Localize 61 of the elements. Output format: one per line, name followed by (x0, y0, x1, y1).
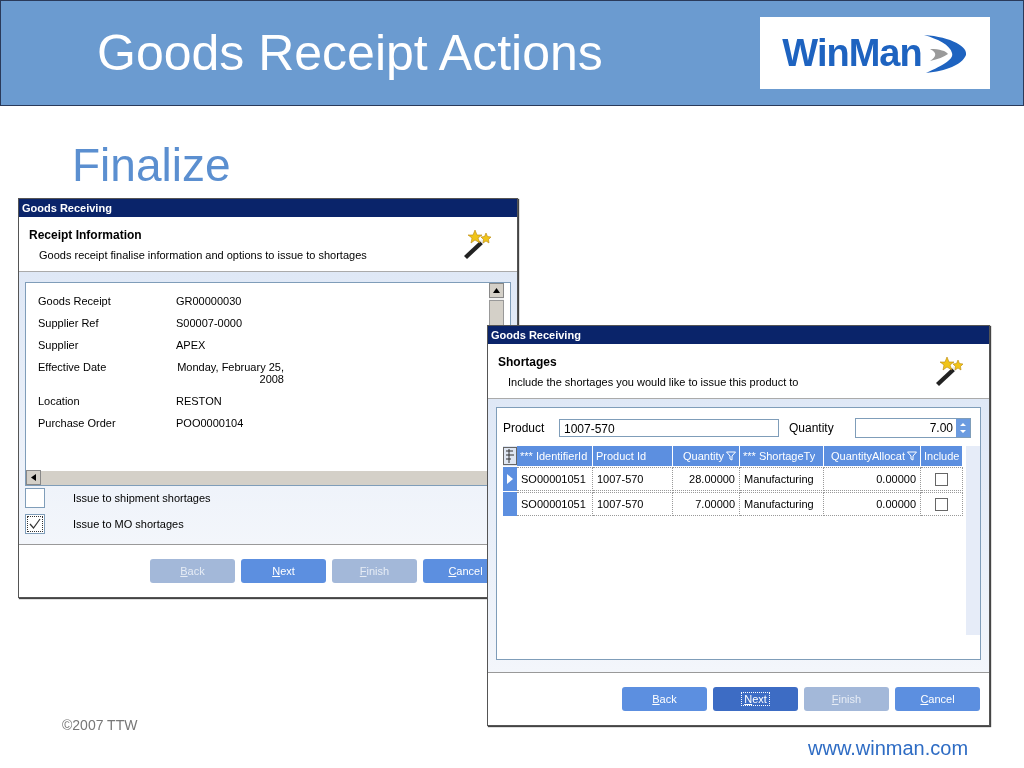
slide-title: Goods Receipt Actions (97, 24, 603, 82)
column-chooser-icon[interactable] (503, 446, 517, 466)
check-icon (28, 517, 42, 531)
section-title: Receipt Information (29, 227, 143, 242)
window-title: Goods Receiving (488, 326, 989, 344)
include-checkbox[interactable] (935, 472, 948, 486)
table-cell: Manufacturing (740, 467, 824, 491)
quantity-spinner[interactable]: 7.00 (855, 418, 971, 438)
include-checkbox[interactable] (935, 497, 948, 511)
scroll-left-icon[interactable] (31, 474, 36, 481)
field-value: GR00000030 (176, 295, 243, 307)
column-header[interactable]: Include (921, 446, 963, 466)
column-header[interactable]: Product Id (593, 446, 673, 466)
field-value: S00007-0000 (176, 317, 244, 329)
section-title: Shortages (498, 354, 558, 369)
copyright-text: ©2007 TTW (62, 717, 138, 733)
filter-icon[interactable] (907, 451, 917, 461)
wizard-button[interactable]: Next (241, 559, 326, 583)
table-cell: 28.00000 (673, 467, 740, 491)
checkbox[interactable] (25, 488, 45, 508)
window-title: Goods Receiving (19, 199, 517, 217)
field-label: Effective Date (38, 361, 108, 375)
field-label: Supplier (38, 339, 80, 351)
table-cell: 0.00000 (824, 492, 921, 516)
column-header[interactable]: *** ShortageTy (740, 446, 824, 466)
column-header[interactable]: QuantityAllocat (824, 446, 921, 466)
filter-icon[interactable] (726, 451, 736, 461)
field-label: Goods Receipt (38, 295, 112, 307)
checkbox[interactable] (25, 514, 45, 534)
current-row-marker[interactable] (503, 467, 517, 491)
field-value: APEX (176, 339, 207, 351)
field-value: RESTON (176, 395, 223, 407)
table-cell: 0.00000 (824, 467, 921, 491)
field-label: Location (38, 395, 81, 407)
field-value: Monday, February 25, 2008 (176, 361, 284, 385)
wizard-button[interactable]: Next (713, 687, 798, 711)
checkbox-label: Issue to MO shortages (73, 518, 184, 530)
website-link[interactable]: www.winman.com (808, 737, 969, 760)
field-label: Product (503, 421, 546, 435)
field-label: Supplier Ref (38, 317, 100, 329)
table-cell: 7.00000 (673, 492, 740, 516)
section-description: Include the shortages you would like to issue this product to (507, 375, 799, 388)
column-header[interactable]: Quantity (673, 446, 740, 466)
field-label: Quantity (789, 421, 835, 435)
table-cell: Manufacturing (740, 492, 824, 516)
column-header[interactable]: *** IdentifierId (517, 446, 593, 466)
checkbox-label: Issue to shipment shortages (73, 492, 211, 504)
scroll-up-icon[interactable] (493, 288, 500, 293)
section-description: Goods receipt finalise information and options to issue to shortages (38, 248, 367, 261)
product-field[interactable]: 1007-570 (559, 419, 779, 437)
field-label: Purchase Order (38, 417, 117, 429)
table-cell: 1007-570 (593, 467, 673, 491)
logo-text: WinMan (782, 31, 922, 75)
table-cell: SO00001051 (517, 492, 593, 516)
field-value: POO0000104 (176, 417, 245, 429)
row-pointer-icon (507, 474, 513, 484)
table-cell: 1007-570 (593, 492, 673, 516)
wizard-button[interactable]: Cancel (895, 687, 980, 711)
wizard-button[interactable]: Back (622, 687, 707, 711)
table-cell: SO00001051 (517, 467, 593, 491)
slide-heading: Finalize (71, 138, 232, 192)
